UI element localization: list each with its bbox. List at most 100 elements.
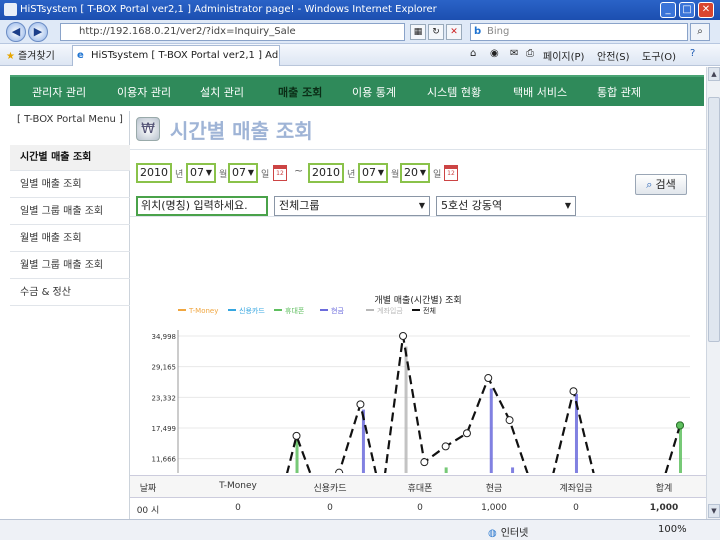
safety-menu[interactable]: 안전(S) [597, 48, 630, 63]
from-month-value: 07 [190, 166, 204, 179]
col-tmoney: T-Money [219, 481, 257, 491]
zoom-level[interactable]: 100% [658, 524, 687, 535]
browser-tab[interactable]: e HiSTsystem [ T-BOX Portal ver2,1 ] Admi… [72, 45, 280, 66]
station-select[interactable]: 5호선 강동역 ▼ [436, 196, 576, 216]
col-date: 날짜 [139, 484, 157, 494]
total-point [292, 431, 301, 440]
tools-menu[interactable]: 도구(O) [642, 48, 676, 63]
y-tick-label: 34,998 [152, 333, 177, 341]
cell-total: 1,000 [649, 503, 679, 513]
sidebar-item-monthly-group-sales[interactable]: 월별 그룹 매출 조회 [10, 253, 130, 279]
y-tick-label: 23,332 [152, 394, 177, 402]
search-input[interactable]: b Bing [470, 23, 688, 41]
from-year-select[interactable]: 2010 [136, 163, 172, 183]
nav-item-system[interactable]: 시스템 현황 [427, 84, 481, 100]
bar-현금 [489, 388, 493, 473]
to-day-value: 20 [404, 166, 418, 179]
to-year-select[interactable]: 2010 [308, 163, 344, 183]
compatibility-icon[interactable]: ▦ [410, 24, 426, 40]
search-button[interactable]: ⌕ 검색 [635, 174, 687, 195]
nav-item-stats[interactable]: 이용 통계 [352, 84, 396, 100]
bing-icon: b [474, 26, 482, 37]
filter-bar: 2010 년 07 ▼ 월 07 ▼ 일 12 ~ 2010 년 07 ▼ 월 20 ▼… [130, 149, 706, 217]
minimize-button[interactable]: _ [660, 2, 676, 18]
maximize-button[interactable]: □ [679, 2, 695, 18]
sidebar: [ T-BOX Portal Menu ] 시간별 매출 조회 일별 매출 조회… [10, 111, 130, 519]
favorites-button[interactable]: ★ 즐겨찾기 [6, 47, 55, 62]
sidebar-item-monthly-sales[interactable]: 월별 매출 조회 [10, 226, 130, 252]
scroll-up-icon[interactable]: ▲ [708, 67, 720, 81]
globe-icon: ◍ [488, 528, 497, 539]
legend-label: 현금 [331, 307, 344, 315]
sidebar-item-daily-sales[interactable]: 일별 매출 조회 [10, 172, 130, 198]
legend-label: 전체 [423, 306, 436, 315]
total-point [335, 468, 344, 473]
from-day-value: 07 [232, 166, 246, 179]
nav-item-control[interactable]: 통합 관제 [597, 84, 641, 100]
refresh-icon[interactable]: ↻ [428, 24, 444, 40]
total-point [462, 429, 471, 438]
from-year-unit: 년 [175, 170, 184, 180]
forward-icon[interactable]: ▶ [28, 22, 48, 42]
chart-title: 개별 매출(시간별) 조회 [374, 295, 461, 306]
chart-svg: 개별 매출(시간별) 조회T-Money신용카드휴대폰현금계좌입금전체05,83… [152, 295, 690, 473]
cell-transfer: 0 [573, 503, 579, 513]
from-year-value: 2010 [140, 166, 168, 179]
window-title-bar: HiSTsystem [ T-BOX Portal ver2,1 ] Admin… [0, 0, 720, 20]
legend-label: 휴대폰 [285, 306, 305, 315]
group-select-value: 전체그룹 [279, 199, 320, 212]
calendar-icon[interactable]: 12 [444, 165, 458, 181]
col-card: 신용카드 [313, 484, 347, 494]
total-point [441, 442, 450, 451]
location-input[interactable]: 위치(명칭) 입력하세요. [136, 196, 268, 216]
sales-chart: 개별 매출(시간별) 조회T-Money신용카드휴대폰현금계좌입금전체05,83… [130, 225, 706, 473]
summary-header: 날짜 T-Money 신용카드 휴대폰 현금 계좌입금 합계 [130, 476, 706, 498]
nav-item-delivery[interactable]: 택배 서비스 [513, 84, 567, 100]
total-point [420, 458, 429, 467]
scroll-thumb[interactable] [708, 97, 720, 342]
nav-item-sales[interactable]: 매출 조회 [278, 84, 322, 100]
feed-icon[interactable]: ◉ [490, 48, 499, 59]
from-day-select[interactable]: 07 ▼ [228, 163, 258, 183]
close-button[interactable]: ✕ [698, 2, 714, 18]
scroll-down-icon[interactable]: ▼ [708, 504, 720, 518]
to-year-unit: 년 [347, 170, 356, 180]
nav-item-install[interactable]: 설치 관리 [200, 84, 244, 100]
nav-item-users[interactable]: 이용자 관리 [117, 84, 171, 100]
back-icon[interactable]: ◀ [6, 22, 26, 42]
command-bar: ★ 즐겨찾기 e HiSTsystem [ T-BOX Portal ver2,1 … [0, 44, 720, 66]
sidebar-item-settlement[interactable]: 수금 & 정산 [10, 280, 130, 306]
coins-icon: ₩ [136, 117, 160, 141]
search-button-label: 검색 [655, 178, 676, 191]
sidebar-item-daily-group-sales[interactable]: 일별 그룹 매출 조회 [10, 199, 130, 225]
sidebar-item-hourly-sales[interactable]: 시간별 매출 조회 [10, 145, 130, 171]
global-nav: 관리자 관리 이용자 관리 설치 관리 매출 조회 이용 통계 시스템 현황 택… [10, 75, 704, 106]
to-month-select[interactable]: 07 ▼ [358, 163, 388, 183]
cell-tmoney: 0 [235, 503, 241, 513]
zone-label: 인터넷 [500, 528, 529, 539]
search-go-icon[interactable]: ⌕ [690, 23, 710, 41]
help-icon[interactable]: ? [690, 48, 695, 59]
print-icon[interactable]: ⎙ [526, 48, 534, 59]
vertical-scrollbar[interactable]: ▲ ▼ [706, 67, 720, 519]
stop-icon[interactable]: ✕ [446, 24, 462, 40]
status-bar: ◍ 인터넷 100% [0, 519, 720, 540]
total-line [285, 335, 682, 473]
search-placeholder: Bing [487, 26, 510, 37]
legend-label: 신용카드 [239, 306, 265, 315]
nav-item-admin[interactable]: 관리자 관리 [32, 84, 86, 100]
to-day-select[interactable]: 20 ▼ [400, 163, 430, 183]
from-month-select[interactable]: 07 ▼ [186, 163, 216, 183]
window-title: HiSTsystem [ T-BOX Portal ver2,1 ] Admin… [20, 4, 437, 15]
calendar-icon[interactable]: 12 [273, 165, 287, 181]
tab-label: HiSTsystem [ T-BOX Portal ver2,1 ] Admin… [91, 50, 279, 61]
col-total: 합계 [655, 484, 673, 494]
chevron-down-icon: ▼ [419, 168, 426, 177]
mail-icon[interactable]: ✉ [510, 48, 518, 59]
url-field[interactable]: http://192.168.0.21/ver2/?idx=Inquiry_Sa… [60, 23, 405, 41]
ie-icon [4, 3, 17, 16]
home-icon[interactable]: ⌂ [470, 48, 476, 59]
group-select[interactable]: 전체그룹 ▼ [274, 196, 430, 216]
page-menu[interactable]: 페이지(P) [543, 48, 584, 63]
total-point [505, 416, 514, 425]
